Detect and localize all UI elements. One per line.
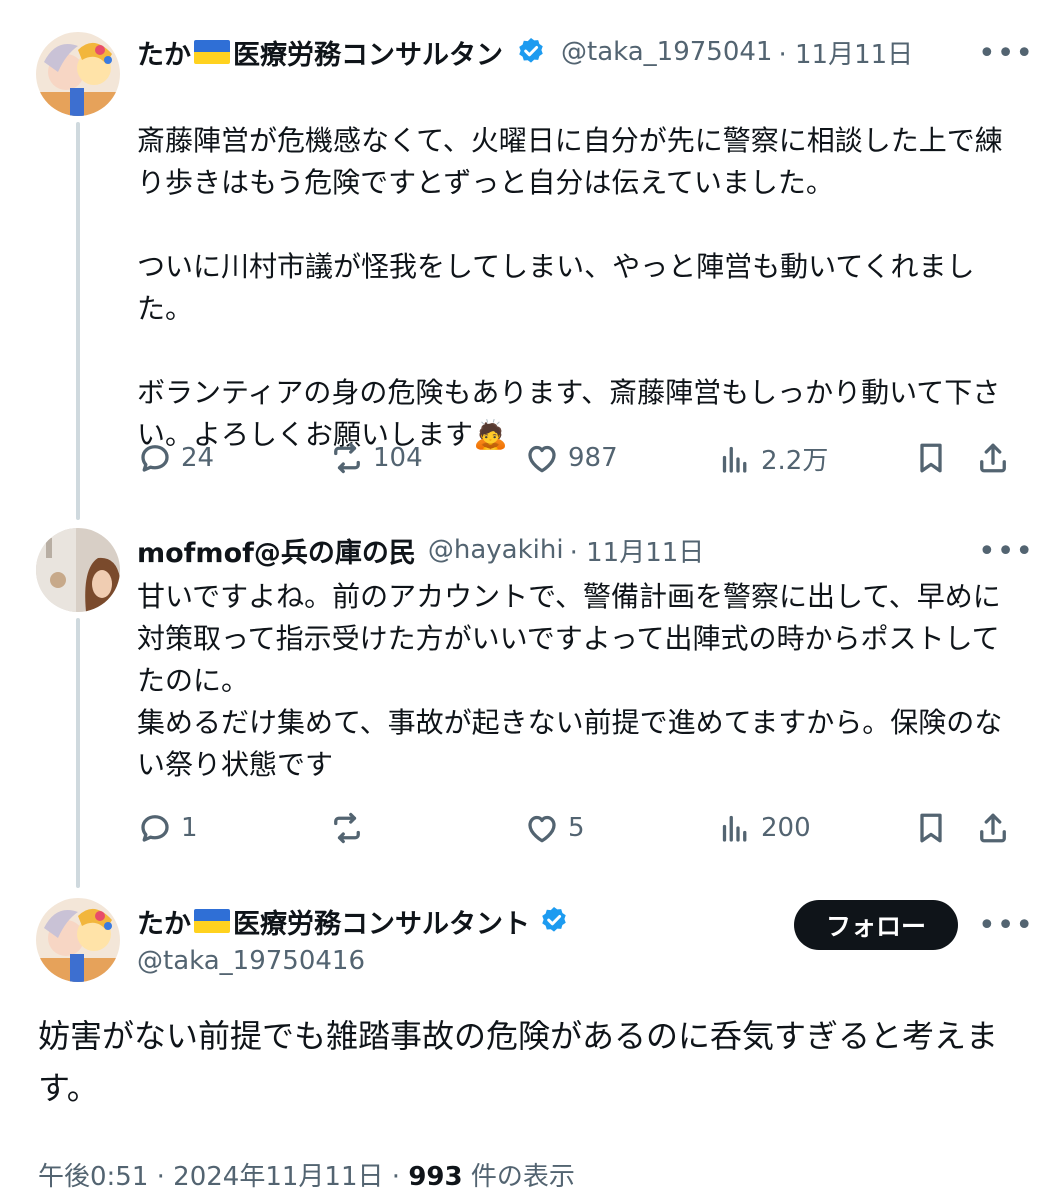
main-tweet-handle[interactable]: @taka_19750416 [137,946,365,976]
more-icon[interactable]: ••• [978,39,1034,69]
avatar[interactable] [36,32,120,116]
reply-button[interactable]: 1 [137,810,198,846]
reply-icon [141,445,169,472]
main-tweet-timestamp[interactable]: 午後0:51 · 2024年11月11日 · [38,1162,408,1192]
verified-badge-icon [519,38,543,63]
like-icon [528,445,556,473]
tweet-2-display-name[interactable]: mofmof@兵の庫の民 [137,531,416,570]
views-icon [722,815,747,842]
repost-button[interactable] [329,810,373,846]
reply-count: 1 [181,813,198,843]
views-count: 2.2万 [761,446,829,476]
views-icon [722,446,747,473]
reply-button[interactable]: 24 [137,440,214,476]
tweet-1-display-name-suffix[interactable]: 医療労務コンサルタン [233,33,503,72]
share-icon [980,813,1006,843]
tweet-2-text: 甘いですよね。前のアカウントで、警備計画を警察に出して、早めに対策取って指示受け… [137,580,1003,781]
like-count: 987 [568,443,618,473]
main-tweet-display-name-suffix[interactable]: 医療労務コンサルタント [233,902,530,941]
repost-icon [334,442,360,474]
follow-button[interactable]: フォロー [794,900,958,950]
ukraine-flag-icon [194,909,230,933]
tweet-1-handle[interactable]: @taka_1975041 [561,37,772,67]
tweet-2-date[interactable]: · 11月11日 [570,532,705,569]
avatar[interactable] [36,898,120,982]
more-icon[interactable]: ••• [978,911,1034,941]
like-icon [528,815,556,843]
tweet-1-actions: 24 104 987 2.2万 [137,440,1017,484]
like-button[interactable]: 5 [524,810,585,846]
ukraine-flag-icon [194,40,230,64]
thread-line-2 [76,618,80,888]
bookmark-icon [920,813,942,843]
views-button[interactable]: 200 [717,810,811,846]
reply-icon [141,815,169,842]
share-icon [980,443,1006,473]
main-tweet-view-label: 件の表示 [462,1162,575,1192]
repost-button[interactable]: 104 [329,440,423,476]
tweet-2-handle[interactable]: @hayakihi [428,535,564,565]
tweet-2-header: mofmof@兵の庫の民 @hayakihi · 11月11日 [137,530,704,570]
bookmark-icon [920,443,942,473]
verified-badge-icon [542,907,566,932]
thread-line-1 [76,122,80,520]
avatar[interactable] [36,528,120,612]
main-tweet-meta: 午後0:51 · 2024年11月11日 · 993 件の表示 [38,1156,575,1193]
views-button[interactable]: 2.2万 [717,440,828,477]
repost-icon [334,812,360,844]
like-count: 5 [568,813,585,843]
share-button[interactable] [975,440,1011,476]
main-tweet-view-count: 993 [408,1162,463,1192]
share-button[interactable] [975,810,1011,846]
bookmark-button[interactable] [913,810,949,846]
tweet-1-text: 斎藤陣営が危機感なくて、火曜日に自分が先に警察に相談した上で練り歩きはもう危険で… [137,124,1003,451]
main-tweet-text: 妨害がない前提でも雑踏事故の危険があるのに呑気すぎると考えます。 [38,1017,999,1107]
main-tweet-display-name[interactable]: たか [137,902,191,941]
repost-count: 104 [373,443,423,473]
like-button[interactable]: 987 [524,440,618,476]
reply-count: 24 [181,443,215,473]
tweet-1-date[interactable]: · 11月11日 [778,34,913,71]
tweet-2-actions: 1 5 200 [137,810,1017,854]
bookmark-button[interactable] [913,440,949,476]
tweet-1-text-block: 斎藤陣営が危機感なくて、火曜日に自分が先に警察に相談した上で練り歩きはもう危険で… [137,78,1007,456]
tweet-1-display-name[interactable]: たか [137,33,191,72]
main-tweet-header: たか 医療労務コンサルタント [137,900,570,942]
more-icon[interactable]: ••• [978,537,1034,567]
tweet-1-header: たか 医療労務コンサルタン @taka_1975041 · 11月11日 [137,32,913,72]
views-count: 200 [761,813,811,843]
